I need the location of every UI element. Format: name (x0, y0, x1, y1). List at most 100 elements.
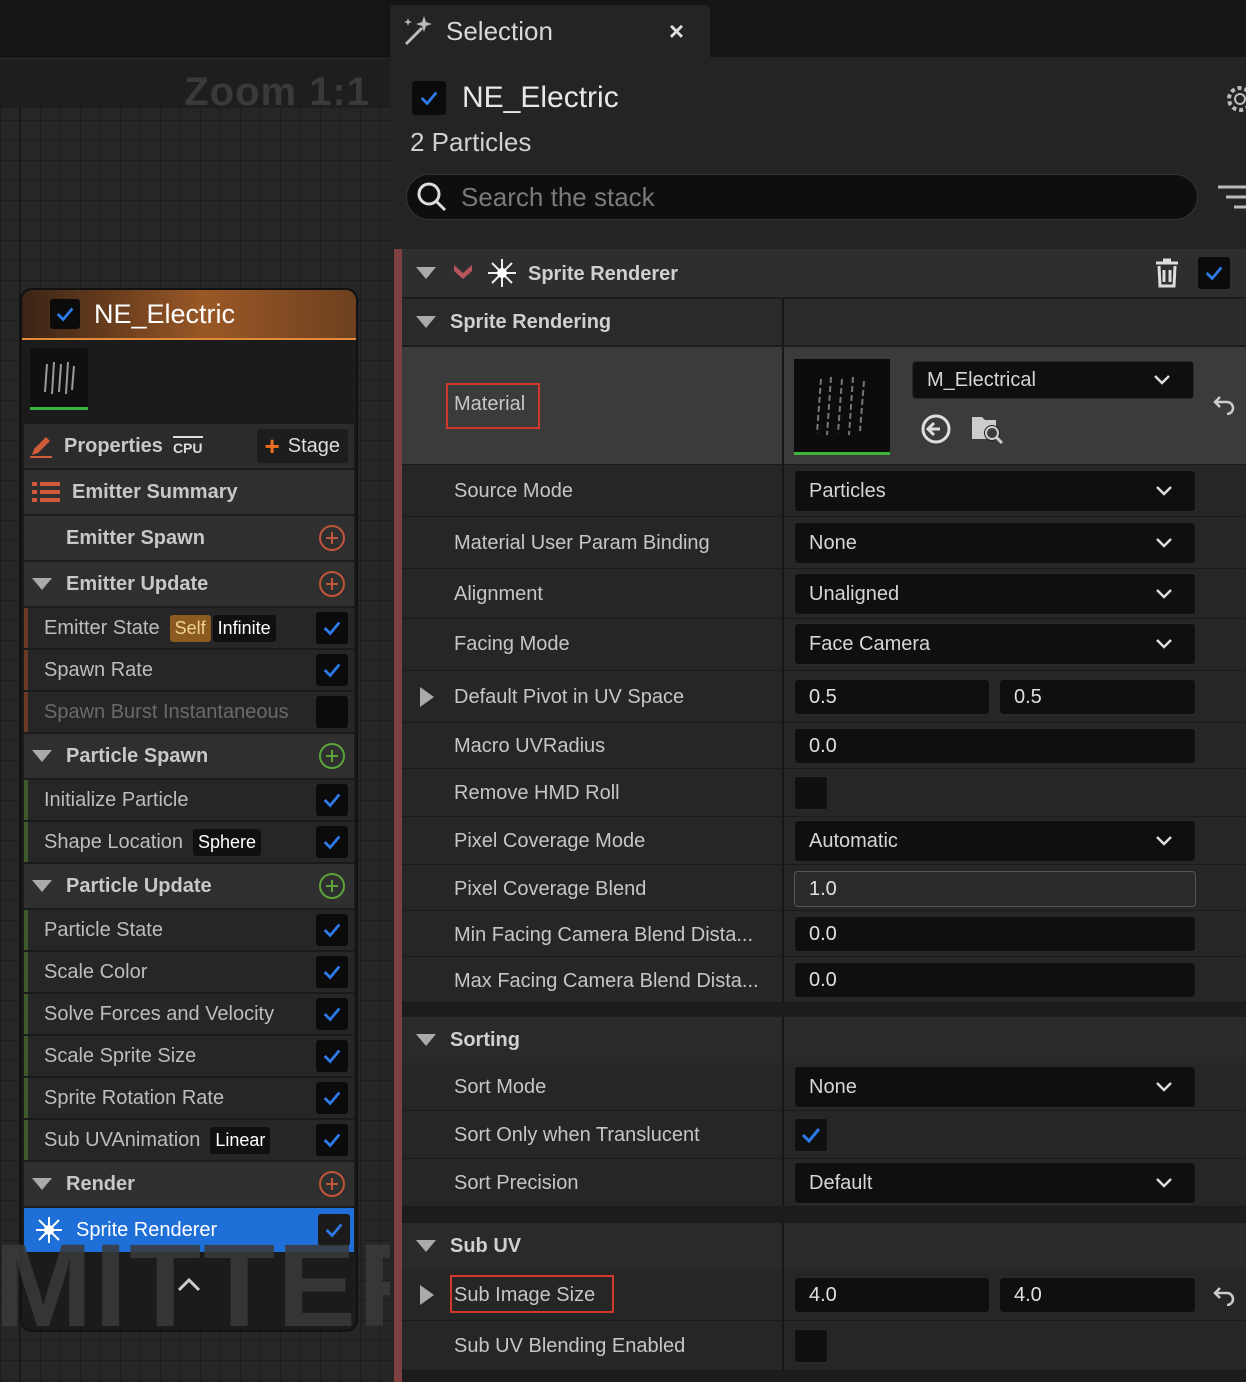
add-module-icon[interactable] (318, 1170, 346, 1198)
emitter-node-title: NE_Electric (94, 298, 236, 329)
module-sub-uv-animation[interactable]: Sub UVAnimation Linear (24, 1120, 354, 1160)
reset-to-default-icon[interactable] (1212, 393, 1236, 415)
module-sprite-rotation-rate[interactable]: Sprite Rotation Rate (24, 1078, 354, 1118)
module-enable-checkbox[interactable] (316, 826, 348, 858)
collapse-triangle-icon[interactable] (416, 1240, 436, 1252)
filter-icon[interactable] (1216, 183, 1246, 211)
sort-only-translucent-checkbox[interactable] (794, 1118, 828, 1152)
close-icon[interactable]: × (669, 16, 684, 47)
module-enable-checkbox[interactable] (316, 914, 348, 946)
emitter-summary-row[interactable]: Emitter Summary (24, 470, 354, 514)
collapse-triangle-icon[interactable] (32, 880, 52, 892)
sub-image-y-field[interactable]: 4.0 (999, 1277, 1196, 1313)
remove-hmd-roll-checkbox[interactable] (794, 776, 828, 810)
pixel-coverage-mode-row: Pixel Coverage Mode Automatic (402, 817, 1246, 865)
collapse-node-button[interactable] (22, 1275, 356, 1298)
use-selected-asset-icon[interactable] (920, 413, 952, 445)
module-enable-checkbox[interactable] (316, 1124, 348, 1156)
render-sprite-renderer-item[interactable]: Sprite Renderer (24, 1208, 354, 1252)
source-mode-dropdown[interactable]: Particles (794, 470, 1196, 512)
emitter-node[interactable]: NE_Electric Properties CPU + Stage Emitt… (22, 290, 356, 1330)
module-enable-checkbox[interactable] (316, 956, 348, 988)
add-stage-button[interactable]: + Stage (256, 429, 348, 463)
expand-triangle-icon[interactable] (420, 687, 434, 707)
sort-precision-row: Sort Precision Default (402, 1159, 1246, 1207)
add-module-icon[interactable] (318, 570, 346, 598)
browse-asset-icon[interactable] (970, 411, 1004, 445)
collapse-triangle-icon[interactable] (416, 316, 436, 328)
collapse-triangle-icon[interactable] (32, 1178, 52, 1190)
group-sub-uv[interactable]: Sub UV (402, 1223, 1246, 1269)
gear-icon[interactable] (1218, 83, 1246, 115)
collapse-triangle-icon[interactable] (416, 1034, 436, 1046)
module-emitter-state[interactable]: Emitter State Self Infinite (24, 608, 354, 648)
module-enable-checkbox[interactable] (316, 784, 348, 816)
reset-to-default-icon[interactable] (1212, 1284, 1236, 1306)
sort-mode-dropdown[interactable]: None (794, 1066, 1196, 1108)
emitter-node-header[interactable]: NE_Electric (22, 290, 356, 340)
module-enable-checkbox[interactable] (316, 612, 348, 644)
module-particle-state[interactable]: Particle State (24, 910, 354, 950)
trash-icon[interactable] (1154, 258, 1180, 288)
macro-uvradius-field[interactable]: 0.0 (794, 728, 1196, 764)
min-facing-field[interactable]: 0.0 (794, 916, 1196, 952)
module-scale-sprite-size[interactable]: Scale Sprite Size (24, 1036, 354, 1076)
material-thumbnail[interactable] (794, 359, 890, 455)
module-spawn-rate[interactable]: Spawn Rate (24, 650, 354, 690)
pivot-x-field[interactable]: 0.5 (794, 679, 990, 715)
module-shape-location[interactable]: Shape Location Sphere (24, 822, 354, 862)
add-module-icon[interactable] (318, 872, 346, 900)
tab-selection[interactable]: Selection × (390, 5, 710, 57)
alignment-dropdown[interactable]: Unaligned (794, 573, 1196, 615)
pixel-coverage-blend-field[interactable]: 1.0 (794, 871, 1196, 907)
pixel-coverage-mode-dropdown[interactable]: Automatic (794, 820, 1196, 862)
section-render[interactable]: Render (24, 1162, 354, 1206)
module-label: Spawn Burst Instantaneous (44, 700, 289, 723)
sub-uv-blending-checkbox[interactable] (794, 1329, 828, 1363)
max-facing-field[interactable]: 0.0 (794, 962, 1196, 998)
sub-image-x-field[interactable]: 4.0 (794, 1277, 990, 1313)
module-label: Solve Forces and Velocity (44, 1002, 275, 1025)
source-mode-row: Source Mode Particles (402, 465, 1246, 517)
add-module-icon[interactable] (318, 742, 346, 770)
group-sorting[interactable]: Sorting (402, 1017, 1246, 1063)
sprite-renderer-header[interactable]: Sprite Renderer (402, 249, 1246, 297)
module-enable-checkbox[interactable] (316, 1040, 348, 1072)
properties-row[interactable]: Properties CPU + Stage (24, 424, 354, 468)
sort-precision-dropdown[interactable]: Default (794, 1162, 1196, 1204)
module-solve-forces-velocity[interactable]: Solve Forces and Velocity (24, 994, 354, 1034)
collapse-triangle-icon[interactable] (32, 750, 52, 762)
section-particle-update[interactable]: Particle Update (24, 864, 354, 908)
module-scale-color[interactable]: Scale Color (24, 952, 354, 992)
section-particle-spawn[interactable]: Particle Spawn (24, 734, 354, 778)
section-emitter-update[interactable]: Emitter Update (24, 562, 354, 606)
module-enable-checkbox[interactable] (316, 654, 348, 686)
emitter-enable-checkbox[interactable] (50, 299, 80, 329)
module-spawn-burst-instantaneous[interactable]: Spawn Burst Instantaneous (24, 692, 354, 732)
pivot-y-field[interactable]: 0.5 (999, 679, 1196, 715)
renderer-title: Sprite Renderer (528, 263, 679, 285)
emitter-enable-checkbox[interactable] (412, 81, 446, 115)
module-enable-checkbox[interactable] (316, 998, 348, 1030)
section-emitter-spawn[interactable]: Emitter Spawn (24, 516, 354, 560)
facing-mode-dropdown[interactable]: Face Camera (794, 623, 1196, 665)
module-enable-checkbox[interactable] (316, 1082, 348, 1114)
emitter-thumbnail[interactable] (30, 348, 88, 410)
selection-panel: Selection × NE_Electric 2 Particles Sear… (390, 0, 1246, 1382)
material-user-param-dropdown[interactable]: None (794, 522, 1196, 564)
collapse-triangle-icon[interactable] (32, 578, 52, 590)
material-row[interactable]: Material M_Electrical (402, 347, 1246, 465)
material-dropdown[interactable]: M_Electrical (912, 361, 1194, 399)
collapse-triangle-icon[interactable] (416, 267, 436, 279)
group-sprite-rendering[interactable]: Sprite Rendering (402, 299, 1246, 345)
module-enable-checkbox[interactable] (316, 696, 348, 728)
search-input[interactable] (461, 181, 1161, 213)
module-label: Initialize Particle (44, 788, 189, 811)
graph-canvas[interactable]: Zoom 1:1 NE_Electric Properties CPU + St… (0, 0, 390, 1382)
module-enable-checkbox[interactable] (318, 1214, 350, 1246)
expand-triangle-icon[interactable] (420, 1285, 434, 1305)
add-module-icon[interactable] (318, 524, 346, 552)
module-initialize-particle[interactable]: Initialize Particle (24, 780, 354, 820)
search-bar[interactable] (406, 174, 1198, 220)
renderer-enable-checkbox[interactable] (1198, 257, 1230, 289)
